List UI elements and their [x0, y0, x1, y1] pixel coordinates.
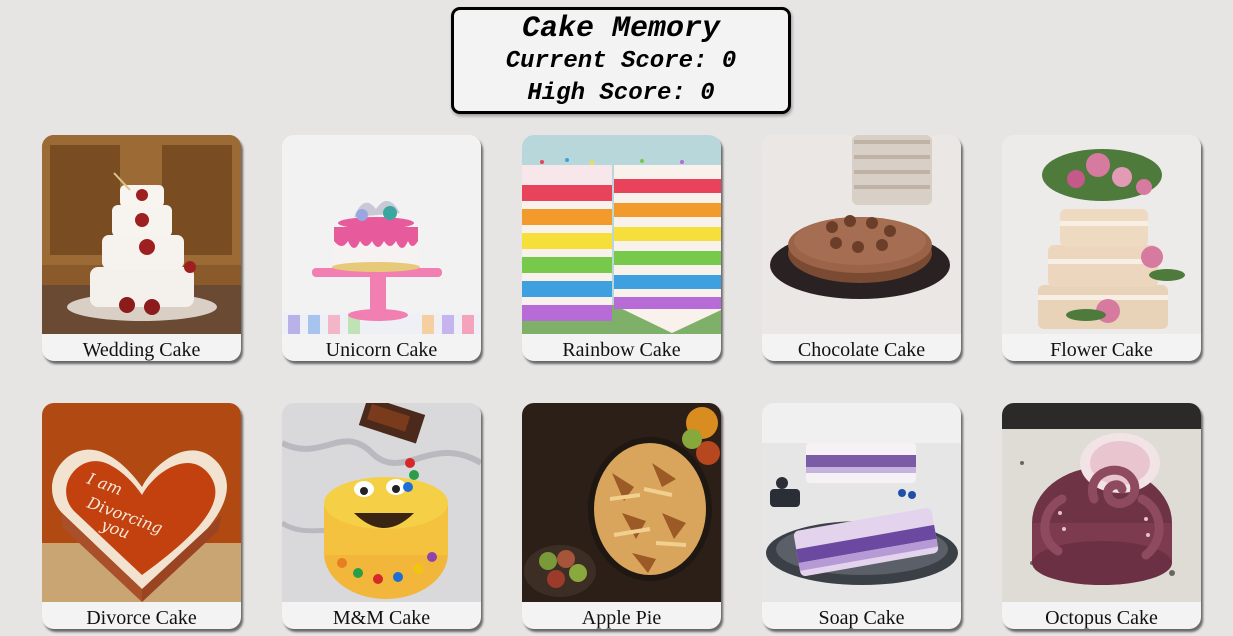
octopus-cake-image: [1002, 403, 1201, 602]
card-mm-cake[interactable]: M&M Cake: [282, 403, 481, 629]
card-divorce-cake[interactable]: I am Divorcing you Divorce Cake: [42, 403, 241, 629]
card-octopus-cake[interactable]: Octopus Cake: [1002, 403, 1201, 629]
high-score: High Score: 0: [527, 80, 715, 107]
unicorn-cake-image: [282, 135, 481, 334]
card-label: Chocolate Cake: [797, 339, 926, 361]
card-label: Rainbow Cake: [562, 339, 681, 361]
card-rainbow-cake[interactable]: Rainbow Cake: [522, 135, 721, 361]
scoreboard: Cake Memory Current Score: 0 High Score:…: [451, 7, 791, 114]
card-label: Soap Cake: [818, 607, 905, 629]
card-label: Flower Cake: [1050, 339, 1153, 361]
card-label: M&M Cake: [332, 607, 431, 629]
card-label: Wedding Cake: [82, 339, 201, 361]
chocolate-cake-image: [762, 135, 961, 334]
wedding-cake-image: [42, 135, 241, 334]
current-score: Current Score: 0: [505, 48, 737, 75]
flower-cake-image: [1002, 135, 1201, 334]
apple-pie-image: [522, 403, 721, 602]
mm-cake-image: [282, 403, 481, 602]
card-flower-cake[interactable]: Flower Cake: [1002, 135, 1201, 361]
card-unicorn-cake[interactable]: Unicorn Cake: [282, 135, 481, 361]
rainbow-cake-image: [522, 135, 721, 334]
game-title: Cake Memory: [521, 12, 721, 46]
card-label: Unicorn Cake: [325, 339, 438, 361]
card-label: Divorce Cake: [86, 607, 197, 629]
card-label: Octopus Cake: [1045, 607, 1158, 629]
card-label: Apple Pie: [581, 607, 662, 629]
divorce-cake-image: I am Divorcing you: [42, 403, 241, 602]
card-soap-cake[interactable]: Soap Cake: [762, 403, 961, 629]
card-chocolate-cake[interactable]: Chocolate Cake: [762, 135, 961, 361]
card-apple-pie[interactable]: Apple Pie: [522, 403, 721, 629]
card-wedding-cake[interactable]: Wedding Cake: [42, 135, 241, 361]
soap-cake-image: [762, 403, 961, 602]
